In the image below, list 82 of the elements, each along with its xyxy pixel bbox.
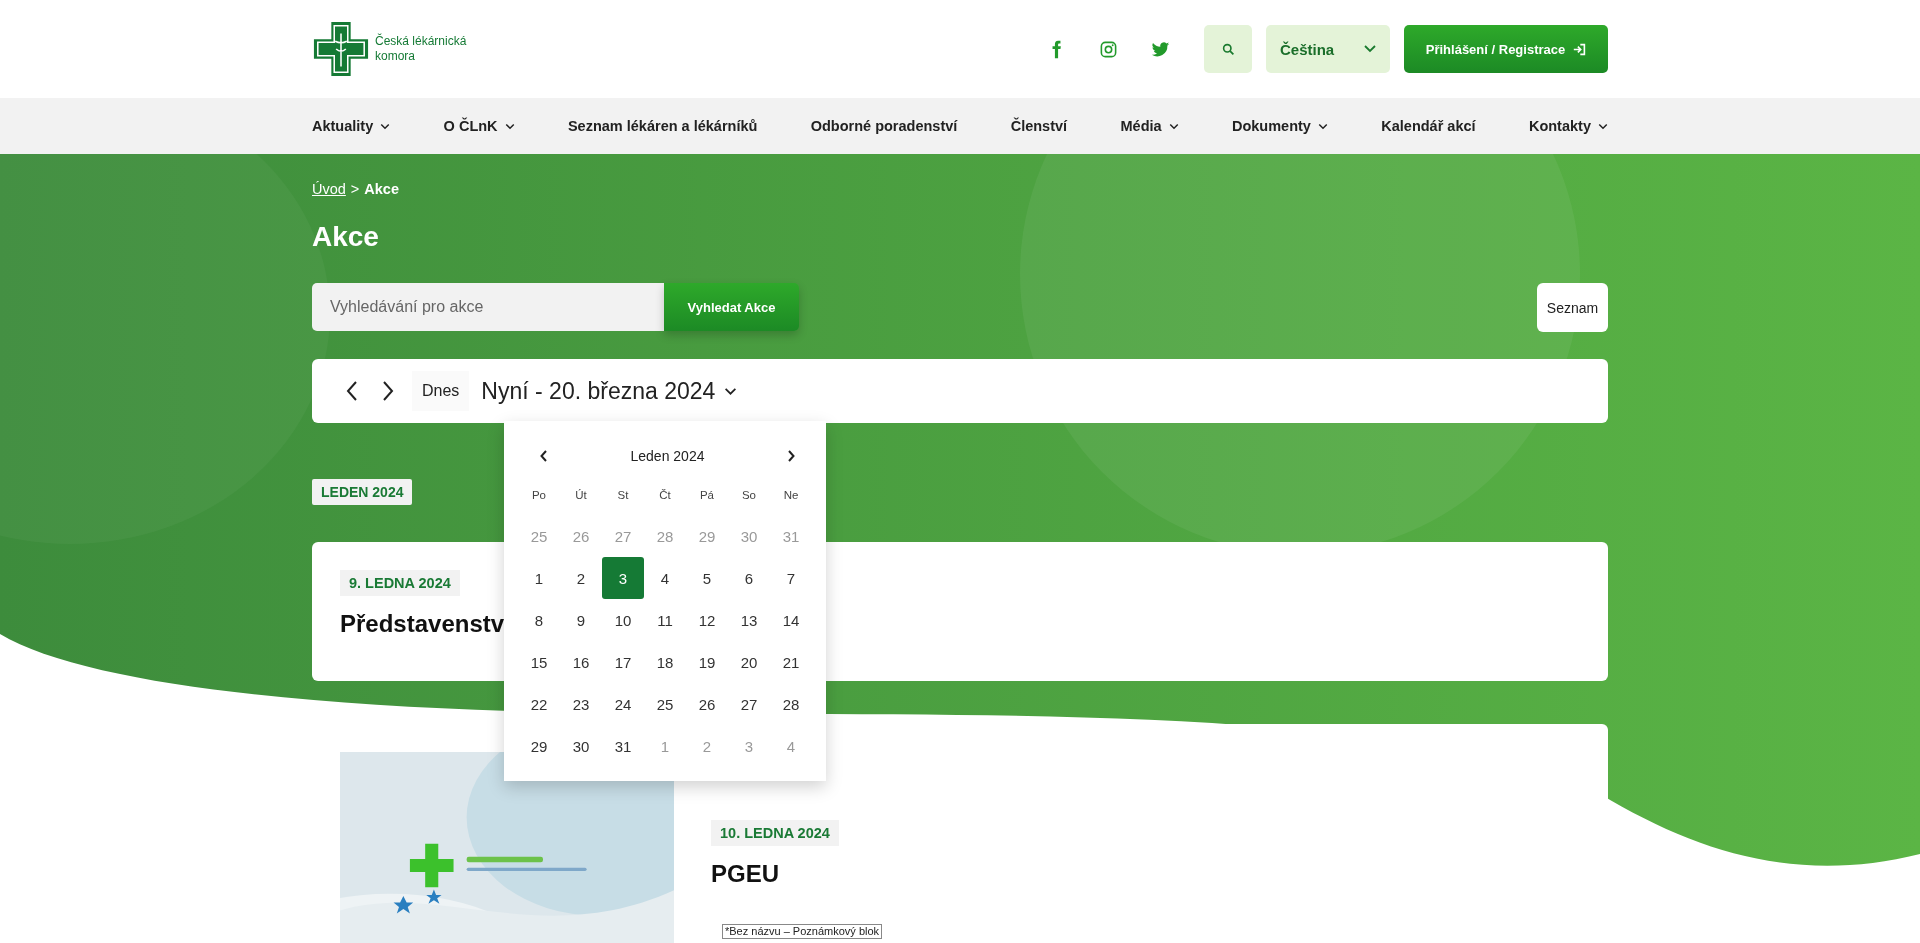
chevron-down-icon	[1598, 122, 1608, 130]
month-tag: LEDEN 2024	[312, 479, 413, 505]
calendar-day[interactable]: 22	[518, 683, 560, 725]
nav-item[interactable]: Odborné poradenství	[810, 118, 958, 134]
nav-item[interactable]: O ČLnK	[443, 118, 515, 134]
calendar-day[interactable]: 11	[644, 599, 686, 641]
instagram-icon[interactable]	[1099, 39, 1118, 59]
calendar-day[interactable]: 10	[602, 599, 644, 641]
event-title[interactable]: Představenstv	[340, 610, 505, 638]
next-month-icon[interactable]	[787, 450, 795, 462]
breadcrumb-link[interactable]: Úvod	[312, 181, 346, 197]
previous-icon[interactable]	[346, 380, 358, 402]
next-icon[interactable]	[382, 380, 394, 402]
event-date: 10. LEDNA 2024	[711, 820, 839, 846]
calendar-day[interactable]: 29	[518, 725, 560, 767]
calendar-day[interactable]: 16	[560, 641, 602, 683]
calendar-day[interactable]: 26	[686, 683, 728, 725]
logo-cross-icon[interactable]	[312, 20, 370, 78]
calendar-day[interactable]: 27	[728, 683, 770, 725]
month-label: Leden 2024	[630, 448, 705, 464]
calendar-day[interactable]: 25	[644, 683, 686, 725]
breadcrumb-current: Akce	[364, 181, 399, 197]
calendar-day[interactable]: 15	[518, 641, 560, 683]
language-select[interactable]: Čeština	[1266, 25, 1390, 73]
calendar-day[interactable]: 18	[644, 641, 686, 683]
calendar-day[interactable]: 31	[602, 725, 644, 767]
nav-item[interactable]: Média	[1120, 118, 1179, 134]
calendar-day[interactable]: 9	[560, 599, 602, 641]
date-range-button[interactable]: Nyní - 20. března 2024	[481, 377, 738, 405]
calendar-day[interactable]: 20	[728, 641, 770, 683]
event-title[interactable]: PGEU	[711, 860, 779, 888]
chevron-down-icon	[504, 122, 515, 130]
today-button[interactable]: Dnes	[412, 371, 470, 411]
calendar-day[interactable]: 17	[602, 641, 644, 683]
list-view-button[interactable]: Seznam	[1537, 283, 1608, 332]
search-icon	[1221, 42, 1235, 56]
calendar-day[interactable]: 3	[602, 557, 644, 599]
nav-item[interactable]: Aktuality	[312, 118, 391, 134]
search-submit-button[interactable]: Vyhledat Akce	[664, 283, 799, 331]
weekday-label: Út	[574, 488, 588, 503]
calendar-day[interactable]: 12	[686, 599, 728, 641]
chevron-down-icon	[380, 122, 391, 130]
nav-item[interactable]: Kontakty	[1528, 118, 1608, 134]
nav-item[interactable]: Kalendář akcí	[1381, 118, 1476, 134]
calendar-day[interactable]: 4	[644, 557, 686, 599]
chevron-down-icon	[1168, 122, 1179, 130]
calendar-day[interactable]: 6	[728, 557, 770, 599]
calendar-day[interactable]: 8	[518, 599, 560, 641]
nav-item[interactable]: Dokumenty	[1231, 118, 1328, 134]
calendar-day[interactable]: 5	[686, 557, 728, 599]
chevron-down-icon	[1364, 45, 1376, 53]
calendar-day[interactable]: 19	[686, 641, 728, 683]
weekday-label: St	[616, 488, 630, 503]
breadcrumb-separator: >	[350, 181, 360, 197]
login-button[interactable]: Přihlášení / Registrace	[1404, 25, 1608, 73]
calendar-day[interactable]: 24	[602, 683, 644, 725]
previous-month-icon[interactable]	[540, 450, 548, 462]
twitter-icon[interactable]	[1151, 39, 1170, 59]
calendar-day[interactable]: 23	[560, 683, 602, 725]
calendar-day[interactable]: 7	[770, 557, 812, 599]
chevron-down-icon	[1317, 122, 1328, 130]
logo-text: Česká lékárnická komora	[375, 34, 468, 64]
weekday-label: Ne	[782, 488, 800, 503]
page-title: Akce	[312, 220, 380, 254]
calendar-day[interactable]: 14	[770, 599, 812, 641]
calendar-day[interactable]: 30	[560, 725, 602, 767]
nav-item[interactable]: Seznam lékáren a lékárníků	[567, 118, 758, 134]
weekday-label: Pá	[698, 488, 716, 503]
weekday-label: Čt	[658, 488, 672, 503]
nav-item[interactable]: Členství	[1010, 118, 1068, 134]
calendar-day[interactable]: 13	[728, 599, 770, 641]
calendar-day[interactable]: 2	[560, 557, 602, 599]
calendar-day[interactable]: 28	[770, 683, 812, 725]
calendar-day[interactable]: 21	[770, 641, 812, 683]
search-field[interactable]: Vyhledávání pro akce	[312, 283, 664, 331]
calendar-day[interactable]: 1	[518, 557, 560, 599]
chevron-down-icon	[724, 386, 738, 396]
note-window-title: *Bez názvu – Poznámkový blok	[722, 924, 883, 939]
weekday-label: Po	[530, 488, 548, 503]
event-date: 9. LEDNA 2024	[340, 570, 460, 596]
weekday-label: So	[740, 488, 758, 503]
login-icon	[1573, 42, 1587, 56]
